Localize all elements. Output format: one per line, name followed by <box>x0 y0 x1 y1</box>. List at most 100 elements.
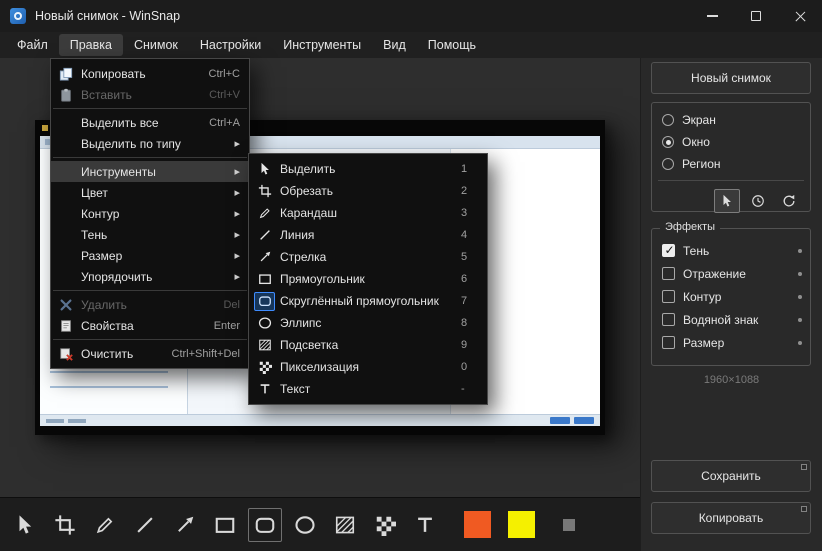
highlight-icon <box>254 336 275 355</box>
radio-region[interactable]: Регион <box>652 153 810 175</box>
radio-screen[interactable]: Экран <box>652 109 810 131</box>
menu-item-properties[interactable]: Свойства Enter <box>51 315 249 336</box>
menubar-item-tools[interactable]: Инструменты <box>272 34 372 56</box>
effect-shadow[interactable]: Тень <box>652 239 810 262</box>
minimize-button[interactable] <box>690 0 734 32</box>
group-divider <box>658 180 804 181</box>
radio-selected-icon <box>662 136 674 148</box>
tool-rounded-rectangle-button[interactable] <box>248 507 282 542</box>
effects-group: Эффекты Тень Отражение Контур Водяной зн… <box>651 221 811 366</box>
menubar-item-view[interactable]: Вид <box>372 34 417 56</box>
menu-item-outline[interactable]: Контур <box>51 203 249 224</box>
effect-options-dot[interactable] <box>798 248 802 253</box>
copy-button[interactable]: Копировать <box>651 502 811 534</box>
submenu-item-line[interactable]: Линия 4 <box>249 224 487 246</box>
radio-label: Окно <box>682 135 710 149</box>
menu-separator <box>53 339 247 340</box>
submenu-item-ellipse[interactable]: Эллипс 8 <box>249 312 487 334</box>
capture-repeat-button[interactable] <box>776 189 802 213</box>
menu-item-paste[interactable]: Вставить Ctrl+V <box>51 84 249 105</box>
checkbox-icon <box>662 313 675 326</box>
hotkey-corner-icon <box>801 506 807 512</box>
menu-item-select-by-type[interactable]: Выделить по типу <box>51 133 249 154</box>
menu-item-color[interactable]: Цвет <box>51 182 249 203</box>
submenu-item-pixelate[interactable]: Пикселизация 0 <box>249 356 487 378</box>
primary-color-swatch[interactable] <box>464 511 491 538</box>
menu-item-delete[interactable]: Удалить Del <box>51 294 249 315</box>
captured-titlebar-icon <box>42 125 48 131</box>
menu-item-copy[interactable]: Копировать Ctrl+C <box>51 63 249 84</box>
save-button-label: Сохранить <box>701 469 761 483</box>
pencil-icon <box>254 204 275 223</box>
close-button[interactable] <box>778 0 822 32</box>
submenu-item-select[interactable]: Выделить 1 <box>249 158 487 180</box>
capture-pointer-button[interactable] <box>714 189 740 213</box>
effect-options-dot[interactable] <box>798 317 802 322</box>
submenu-item-rounded-rectangle[interactable]: Скруглённый прямоугольник 7 <box>249 290 487 312</box>
effect-options-dot[interactable] <box>798 271 802 276</box>
tool-highlight-button[interactable] <box>328 508 362 542</box>
new-snapshot-button[interactable]: Новый снимок <box>651 62 811 94</box>
menu-item-tools[interactable]: Инструменты <box>51 161 249 182</box>
menubar-item-file[interactable]: Файл <box>6 34 59 56</box>
tool-pixelate-button[interactable] <box>368 508 402 542</box>
menu-item-clear[interactable]: Очистить Ctrl+Shift+Del <box>51 343 249 364</box>
text-icon <box>254 380 275 399</box>
tool-text-button[interactable] <box>408 508 442 542</box>
submenu-item-rectangle[interactable]: Прямоугольник 6 <box>249 268 487 290</box>
tool-arrow-button[interactable] <box>168 508 202 542</box>
minimize-icon <box>706 15 718 17</box>
menubar-item-settings[interactable]: Настройки <box>189 34 272 56</box>
submenu-item-pencil[interactable]: Карандаш 3 <box>249 202 487 224</box>
effect-reflection[interactable]: Отражение <box>652 262 810 285</box>
save-button[interactable]: Сохранить <box>651 460 811 492</box>
tool-rectangle-button[interactable] <box>208 508 242 542</box>
checkbox-icon <box>662 336 675 349</box>
radio-window[interactable]: Окно <box>652 131 810 153</box>
submenu-item-arrow[interactable]: Стрелка 5 <box>249 246 487 268</box>
crop-icon <box>254 182 275 201</box>
effect-resize[interactable]: Размер <box>652 331 810 354</box>
menubar: Файл Правка Снимок Настройки Инструменты… <box>0 32 822 58</box>
effect-options-dot[interactable] <box>798 340 802 345</box>
tool-ellipse-button[interactable] <box>288 508 322 542</box>
menubar-item-capture[interactable]: Снимок <box>123 34 189 56</box>
app-icon <box>10 8 26 24</box>
submenu-arrow-icon <box>230 207 240 220</box>
menu-item-shadow[interactable]: Тень <box>51 224 249 245</box>
checkbox-checked-icon <box>662 243 675 257</box>
copy-icon <box>51 67 81 81</box>
menubar-item-edit[interactable]: Правка <box>58 34 123 56</box>
new-snapshot-label: Новый снимок <box>691 71 771 85</box>
bottom-toolbar <box>0 497 640 551</box>
submenu-item-highlight[interactable]: Подсветка 9 <box>249 334 487 356</box>
menu-item-select-all[interactable]: Выделить все Ctrl+A <box>51 112 249 133</box>
refresh-icon <box>782 194 796 208</box>
tool-select-button[interactable] <box>8 508 42 542</box>
tool-pencil-button[interactable] <box>88 508 122 542</box>
effect-watermark[interactable]: Водяной знак <box>652 308 810 331</box>
arrow-icon <box>174 514 196 536</box>
menubar-item-help[interactable]: Помощь <box>417 34 487 56</box>
menu-item-arrange[interactable]: Упорядочить <box>51 266 249 287</box>
properties-icon <box>51 319 81 333</box>
submenu-item-text[interactable]: Текст - <box>249 378 487 400</box>
effect-options-dot[interactable] <box>798 294 802 299</box>
capture-timer-button[interactable] <box>745 189 771 213</box>
tool-crop-button[interactable] <box>48 508 82 542</box>
menu-separator <box>53 290 247 291</box>
text-icon <box>414 514 436 536</box>
submenu-arrow-icon <box>230 186 240 199</box>
checkbox-icon <box>662 290 675 303</box>
pencil-icon <box>94 514 116 536</box>
effects-group-title: Эффекты <box>660 221 721 233</box>
maximize-button[interactable] <box>734 0 778 32</box>
select-icon <box>14 514 36 536</box>
submenu-item-crop[interactable]: Обрезать 2 <box>249 180 487 202</box>
capture-mode-group: Экран Окно Регион <box>651 102 811 213</box>
effect-outline[interactable]: Контур <box>652 285 810 308</box>
menu-item-size[interactable]: Размер <box>51 245 249 266</box>
secondary-color-swatch[interactable] <box>508 511 535 538</box>
submenu-arrow-icon <box>230 270 240 283</box>
tool-line-button[interactable] <box>128 508 162 542</box>
